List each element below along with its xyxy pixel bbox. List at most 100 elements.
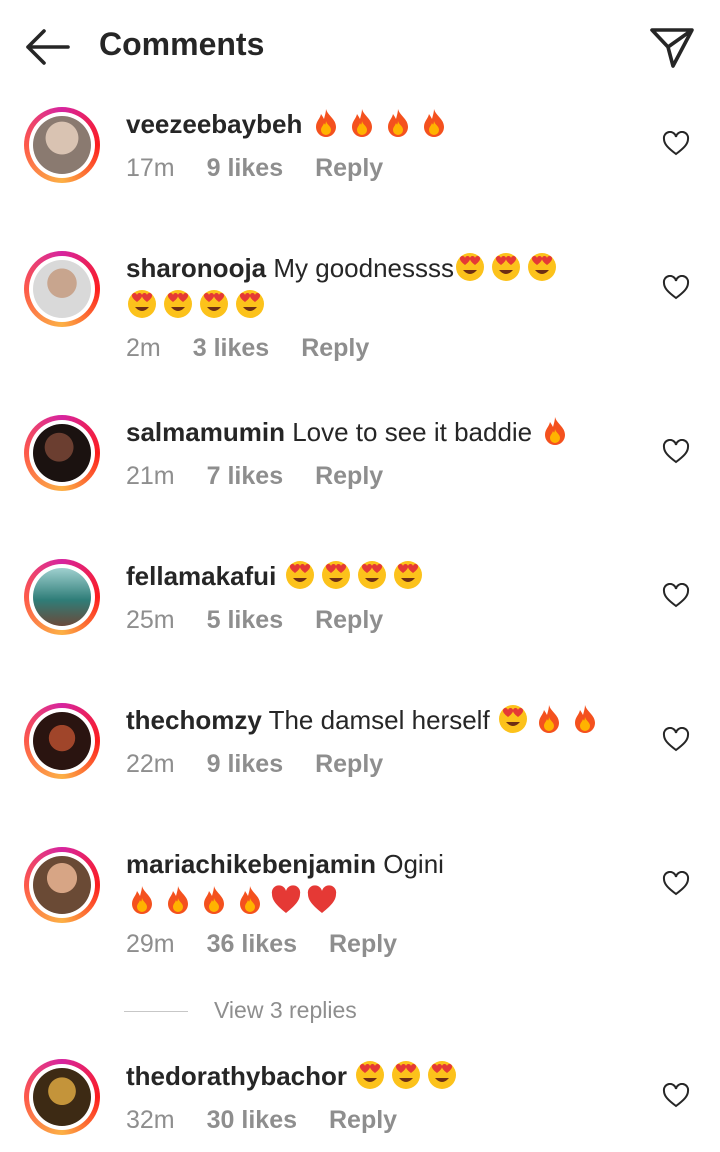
avatar-image: [33, 1068, 91, 1126]
likes-count[interactable]: 3 likes: [193, 334, 269, 362]
reply-button[interactable]: Reply: [329, 930, 397, 958]
fire-emoji: [198, 884, 230, 916]
heart-eyes-emoji: [284, 559, 316, 591]
reply-button[interactable]: Reply: [315, 606, 383, 634]
top-bar: Comments: [0, 0, 720, 96]
comment-meta: 22m 9 likes Reply: [126, 750, 415, 779]
likes-count[interactable]: 9 likes: [207, 750, 283, 778]
like-button[interactable]: [662, 726, 690, 753]
heart-outline-icon: [662, 130, 690, 156]
heart-eyes-emoji: [356, 559, 388, 591]
fire-emoji: [310, 107, 342, 139]
avatar[interactable]: [24, 415, 100, 491]
reply-button[interactable]: Reply: [315, 750, 383, 778]
reply-button[interactable]: Reply: [315, 154, 383, 182]
comment-meta: 17m 9 likes Reply: [126, 154, 415, 183]
fire-emoji: [162, 884, 194, 916]
heart-eyes-emoji: [126, 288, 158, 320]
comment-time: 25m: [126, 606, 175, 634]
page-title: Comments: [99, 26, 265, 62]
likes-count[interactable]: 7 likes: [207, 462, 283, 490]
comment-time: 32m: [126, 1106, 175, 1134]
like-button[interactable]: [662, 1082, 690, 1109]
comment-time: 21m: [126, 462, 175, 490]
avatar[interactable]: [24, 251, 100, 327]
heart-eyes-emoji: [390, 1059, 422, 1091]
avatar-image: [33, 116, 91, 174]
comment-username[interactable]: thedorathybachor: [126, 1061, 347, 1091]
red-heart-emoji: [270, 884, 302, 916]
comment-username[interactable]: thechomzy: [126, 705, 262, 735]
fire-emoji: [569, 703, 601, 735]
avatar[interactable]: [24, 107, 100, 183]
like-button[interactable]: [662, 870, 690, 897]
comment-meta: 29m 36 likes Reply: [126, 930, 429, 959]
comment-body: fellamakafui: [126, 558, 646, 595]
heart-outline-icon: [662, 582, 690, 608]
view-replies-button[interactable]: View 3 replies: [124, 996, 424, 1026]
heart-eyes-emoji: [320, 559, 352, 591]
avatar-image: [33, 260, 91, 318]
fire-emoji: [346, 107, 378, 139]
divider: [124, 1011, 188, 1012]
fire-emoji: [126, 884, 158, 916]
comment-meta: 2m 3 likes Reply: [126, 334, 401, 363]
heart-eyes-emoji: [454, 251, 486, 283]
heart-eyes-emoji: [392, 559, 424, 591]
like-button[interactable]: [662, 274, 690, 301]
heart-eyes-emoji: [526, 251, 558, 283]
like-button[interactable]: [662, 582, 690, 609]
comment-time: 17m: [126, 154, 175, 182]
comment-meta: 21m 7 likes Reply: [126, 462, 415, 491]
likes-count[interactable]: 36 likes: [207, 930, 297, 958]
heart-outline-icon: [662, 438, 690, 464]
avatar[interactable]: [24, 559, 100, 635]
like-button[interactable]: [662, 130, 690, 157]
comment-username[interactable]: salmamumin: [126, 417, 285, 447]
comment-time: 29m: [126, 930, 175, 958]
comment-body: thechomzy The damsel herself: [126, 702, 646, 739]
heart-eyes-emoji: [234, 288, 266, 320]
fire-emoji: [539, 415, 571, 447]
likes-count[interactable]: 30 likes: [207, 1106, 297, 1134]
reply-button[interactable]: Reply: [301, 334, 369, 362]
comment-meta: 25m 5 likes Reply: [126, 606, 415, 635]
avatar[interactable]: [24, 1059, 100, 1135]
comment-body: veezeebaybeh: [126, 106, 646, 143]
fire-emoji: [234, 884, 266, 916]
heart-eyes-emoji: [497, 703, 529, 735]
comment-body: sharonooja My goodnessss: [126, 250, 596, 324]
comment-username[interactable]: veezeebaybeh: [126, 109, 302, 139]
fire-emoji: [418, 107, 450, 139]
comment-username[interactable]: sharonooja: [126, 253, 266, 283]
reply-button[interactable]: Reply: [329, 1106, 397, 1134]
comment-username[interactable]: mariachikebenjamin: [126, 849, 376, 879]
paper-plane-icon: [650, 28, 694, 68]
heart-outline-icon: [662, 726, 690, 752]
avatar[interactable]: [24, 703, 100, 779]
reply-button[interactable]: Reply: [315, 462, 383, 490]
heart-eyes-emoji: [198, 288, 230, 320]
comment-body: mariachikebenjamin Ogini: [126, 846, 646, 920]
heart-eyes-emoji: [490, 251, 522, 283]
comment-text: Ogini: [383, 849, 444, 879]
avatar-image: [33, 568, 91, 626]
share-button[interactable]: [646, 22, 698, 72]
back-button[interactable]: [18, 24, 76, 70]
heart-outline-icon: [662, 870, 690, 896]
red-heart-emoji: [306, 884, 338, 916]
heart-outline-icon: [662, 274, 690, 300]
heart-eyes-emoji: [162, 288, 194, 320]
likes-count[interactable]: 9 likes: [207, 154, 283, 182]
heart-outline-icon: [662, 1082, 690, 1108]
avatar-image: [33, 712, 91, 770]
comment-username[interactable]: fellamakafui: [126, 561, 276, 591]
comment-text: Love to see it baddie: [292, 417, 533, 447]
like-button[interactable]: [662, 438, 690, 465]
fire-emoji: [382, 107, 414, 139]
arrow-left-icon: [26, 29, 70, 65]
avatar-image: [33, 424, 91, 482]
likes-count[interactable]: 5 likes: [207, 606, 283, 634]
avatar[interactable]: [24, 847, 100, 923]
heart-eyes-emoji: [354, 1059, 386, 1091]
